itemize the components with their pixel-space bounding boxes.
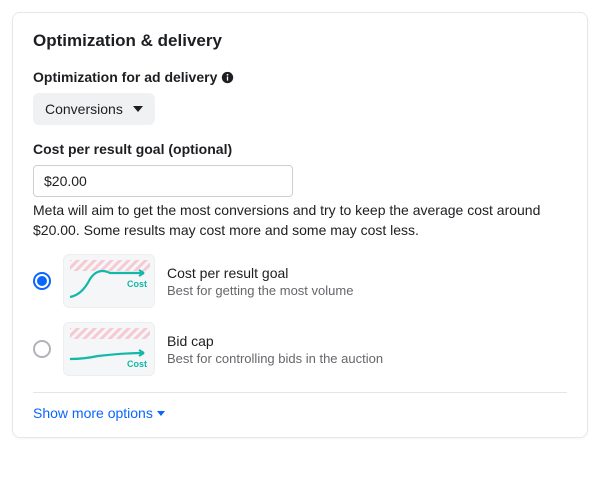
strategy-option-bid-cap[interactable]: Cost Bid cap Best for controlling bids i… bbox=[33, 322, 567, 376]
cost-goal-label: Cost per result goal (optional) bbox=[33, 141, 567, 157]
optimization-delivery-card: Optimization & delivery Optimization for… bbox=[12, 12, 588, 438]
optimization-label-row: Optimization for ad delivery bbox=[33, 69, 567, 85]
cost-goal-help: Meta will aim to get the most conversion… bbox=[33, 201, 567, 240]
strategy-title: Cost per result goal bbox=[167, 265, 353, 281]
strategy-text: Bid cap Best for controlling bids in the… bbox=[167, 333, 383, 366]
svg-text:Cost: Cost bbox=[127, 279, 147, 289]
strategy-thumbnail: Cost bbox=[63, 322, 155, 376]
divider bbox=[33, 392, 567, 393]
section-title: Optimization & delivery bbox=[33, 31, 567, 51]
strategy-option-cost-per-result[interactable]: Cost Cost per result goal Best for getti… bbox=[33, 254, 567, 308]
strategy-text: Cost per result goal Best for getting th… bbox=[167, 265, 353, 298]
svg-text:Cost: Cost bbox=[127, 359, 147, 369]
radio-button[interactable] bbox=[33, 272, 51, 290]
cost-goal-input[interactable] bbox=[33, 165, 293, 197]
strategy-thumbnail: Cost bbox=[63, 254, 155, 308]
show-more-options-link[interactable]: Show more options bbox=[33, 405, 165, 421]
strategy-subtitle: Best for getting the most volume bbox=[167, 283, 353, 298]
optimization-dropdown[interactable]: Conversions bbox=[33, 93, 155, 125]
radio-button[interactable] bbox=[33, 340, 51, 358]
show-more-label: Show more options bbox=[33, 405, 153, 421]
caret-down-icon bbox=[133, 106, 143, 112]
optimization-value: Conversions bbox=[45, 101, 123, 117]
strategy-subtitle: Best for controlling bids in the auction bbox=[167, 351, 383, 366]
info-icon[interactable] bbox=[221, 71, 234, 84]
optimization-label: Optimization for ad delivery bbox=[33, 69, 217, 85]
strategy-title: Bid cap bbox=[167, 333, 383, 349]
caret-down-icon bbox=[157, 411, 165, 416]
